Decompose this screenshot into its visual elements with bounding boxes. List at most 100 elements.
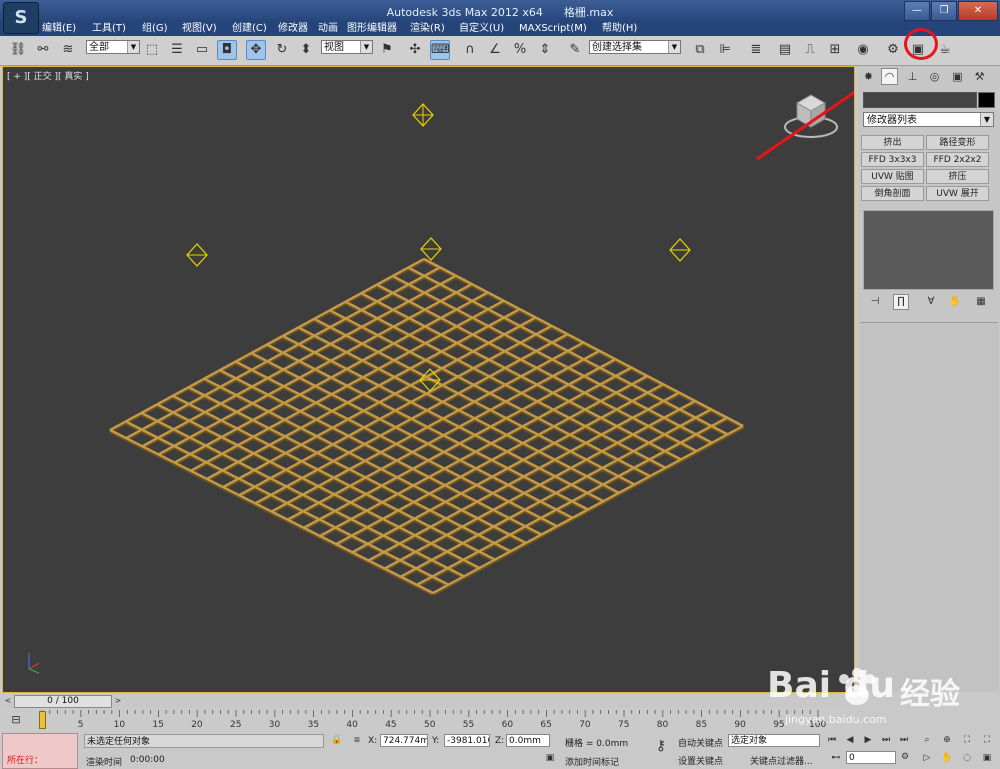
play-icon[interactable]: ▶ — [861, 734, 875, 747]
move-icon[interactable]: ✥ — [246, 40, 266, 60]
zoom-icon[interactable]: ⌕ — [920, 734, 934, 747]
viewcube-icon[interactable] — [784, 94, 838, 138]
ribbon-icon[interactable]: ▤ — [775, 40, 795, 60]
render-production-icon[interactable]: ☕ — [935, 40, 955, 60]
time-tag-icon[interactable]: ▣ — [543, 752, 557, 765]
menu-views[interactable]: 视图(V) — [182, 22, 217, 36]
ffd-222-button[interactable]: FFD 2x2x2 — [926, 152, 989, 167]
light-helper-top[interactable] — [412, 103, 434, 127]
object-name-field[interactable] — [863, 92, 977, 108]
ffd-333-button[interactable]: FFD 3x3x3 — [861, 152, 924, 167]
menu-group[interactable]: 组(G) — [142, 22, 168, 36]
zoom-extents-icon[interactable]: ⛶ — [960, 734, 974, 747]
modifier-list-dropdown[interactable]: 修改器列表 ▼ — [863, 112, 994, 127]
object-color-swatch[interactable] — [978, 92, 995, 108]
menu-animation[interactable]: 动画 — [318, 22, 338, 36]
motion-tab-icon[interactable]: ◎ — [926, 68, 943, 85]
angle-snap-icon[interactable]: ∠ — [485, 40, 505, 60]
menu-rendering[interactable]: 渲染(R) — [410, 22, 445, 36]
render-setup-icon[interactable]: ⚙ — [883, 40, 903, 60]
field-of-view-icon[interactable]: ▷ — [920, 752, 934, 765]
unwrap-uvw-button[interactable]: UVW 展开 — [926, 186, 989, 201]
keyboard-shortcut-icon[interactable]: ⌨ — [430, 40, 450, 60]
selection-filter-dropdown[interactable]: 全部 ▼ — [86, 40, 140, 54]
app-menu-icon[interactable]: S — [3, 2, 39, 34]
absolute-mode-icon[interactable]: ⧈ — [350, 734, 364, 747]
pan-icon[interactable]: ✋ — [940, 752, 954, 765]
menu-maxscript[interactable]: MAXScript(M) — [519, 22, 587, 36]
mirror-icon[interactable]: ⧉ — [690, 40, 710, 60]
window-crossing-icon[interactable]: ◘ — [217, 40, 237, 60]
layer-manager-icon[interactable]: ≣ — [746, 40, 766, 60]
light-helper-left[interactable] — [186, 243, 208, 267]
make-unique-icon[interactable]: ∀ — [923, 294, 939, 310]
link-icon[interactable]: ⛓ — [8, 40, 28, 60]
utilities-tab-icon[interactable]: ⚒ — [971, 68, 988, 85]
menu-tools[interactable]: 工具(T) — [92, 22, 126, 36]
create-tab-icon[interactable]: ✸ — [860, 68, 877, 85]
time-slider[interactable]: < 0 / 100 > — [0, 694, 855, 708]
maximize-viewport-icon[interactable]: ▣ — [980, 752, 994, 765]
spinner-snap-icon[interactable]: ⇕ — [535, 40, 555, 60]
current-frame-field[interactable]: 0 — [846, 751, 896, 764]
grid-object[interactable] — [108, 257, 744, 596]
go-to-start-icon[interactable]: ⏮ — [825, 734, 839, 747]
squeeze-button[interactable]: 挤压 — [926, 169, 989, 184]
time-next-button[interactable]: > — [112, 695, 124, 707]
auto-key-button[interactable]: 自动关键点 — [678, 736, 723, 749]
pin-stack-icon[interactable]: ⊣ — [867, 294, 883, 310]
unlink-icon[interactable]: ⚯ — [33, 40, 53, 60]
viewport-label[interactable]: [ + ][ 正交 ][ 真实 ] — [7, 69, 89, 82]
schematic-view-icon[interactable]: ⊞ — [825, 40, 845, 60]
add-time-tag-button[interactable]: 添加时间标记 — [565, 755, 619, 768]
trackbar[interactable]: ⊟ 05101520253035404550556065707580859095… — [0, 708, 855, 732]
show-end-result-icon[interactable]: ∏ — [893, 294, 909, 310]
rect-selection-icon[interactable]: ▭ — [192, 40, 212, 60]
orbit-icon[interactable]: ◌ — [960, 752, 974, 765]
next-frame-icon[interactable]: ⏭ — [879, 734, 893, 747]
curve-editor-icon[interactable]: ⎍ — [800, 40, 820, 60]
minimize-button[interactable]: — — [904, 1, 930, 21]
bind-spacewarp-icon[interactable]: ≋ — [58, 40, 78, 60]
key-mode-toggle-icon[interactable]: ⊷ — [829, 752, 843, 765]
menu-edit[interactable]: 编辑(E) — [42, 22, 76, 36]
hierarchy-tab-icon[interactable]: ⊥ — [904, 68, 921, 85]
modify-tab-icon[interactable]: ◠ — [881, 68, 898, 85]
set-key-icon[interactable]: ⚷ — [650, 739, 672, 753]
extrude-button[interactable]: 挤出 — [861, 135, 924, 150]
align-icon[interactable]: ⊫ — [715, 40, 735, 60]
select-by-name-icon[interactable]: ☰ — [167, 40, 187, 60]
display-tab-icon[interactable]: ▣ — [949, 68, 966, 85]
go-to-end-icon[interactable]: ⏭ — [897, 734, 911, 747]
menu-modifiers[interactable]: 修改器 — [278, 22, 308, 36]
y-coordinate-field[interactable]: -3981.016r — [444, 734, 490, 747]
time-config-icon[interactable]: ⚙ — [898, 751, 912, 764]
configure-modifier-sets-icon[interactable]: ▦ — [973, 294, 989, 310]
perspective-viewport[interactable]: [ + ][ 正交 ][ 真实 ] — [2, 66, 855, 693]
snap-3d-icon[interactable]: ∩ — [460, 40, 480, 60]
current-frame-marker[interactable] — [39, 711, 46, 729]
x-coordinate-field[interactable]: 724.774mm — [380, 734, 428, 747]
key-filters-button[interactable]: 关键点过滤器... — [750, 754, 813, 767]
menu-graph-editors[interactable]: 图形编辑器 — [347, 22, 397, 36]
percent-snap-icon[interactable]: % — [510, 40, 530, 60]
path-deform-button[interactable]: 路径变形 — [926, 135, 989, 150]
restore-button[interactable]: ❐ — [931, 1, 957, 21]
zoom-extents-all-icon[interactable]: ⛶ — [980, 734, 994, 747]
material-editor-icon[interactable]: ◉ — [853, 40, 873, 60]
uvw-map-button[interactable]: UVW 贴图 — [861, 169, 924, 184]
manipulate-icon[interactable]: ✣ — [405, 40, 425, 60]
time-slider-thumb[interactable]: 0 / 100 — [14, 695, 112, 708]
pivot-icon[interactable]: ⚑ — [377, 40, 397, 60]
z-coordinate-field[interactable]: 0.0mm — [506, 734, 550, 747]
edit-named-selection-icon[interactable]: ✎ — [565, 40, 585, 60]
bevel-profile-button[interactable]: 倒角剖面 — [861, 186, 924, 201]
light-helper-right[interactable] — [669, 238, 691, 262]
close-button[interactable]: ✕ — [958, 1, 998, 21]
light-helper-back[interactable] — [420, 237, 442, 261]
zoom-all-icon[interactable]: ⊕ — [940, 734, 954, 747]
modifier-stack[interactable] — [863, 210, 994, 290]
set-key-button[interactable]: 设置关键点 — [678, 754, 723, 767]
prev-frame-icon[interactable]: ◀ — [843, 734, 857, 747]
menu-create[interactable]: 创建(C) — [232, 22, 267, 36]
